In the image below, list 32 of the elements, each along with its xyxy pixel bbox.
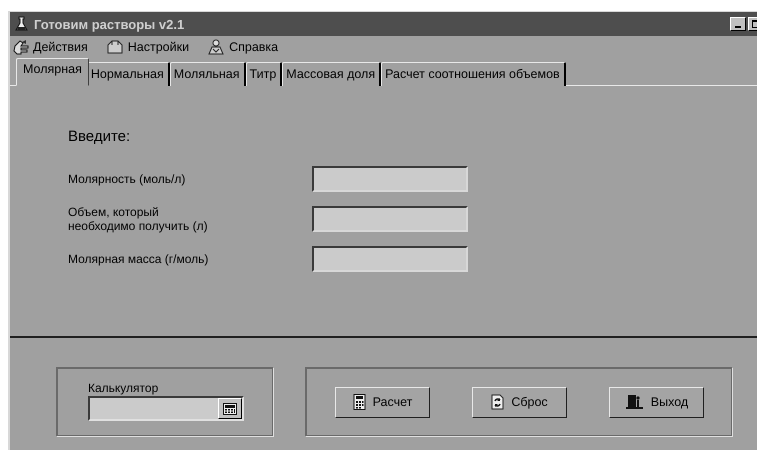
field-label: Молярная масса (г/моль) bbox=[68, 252, 208, 266]
tab[interactable]: Расчет соотношения объемов bbox=[381, 62, 566, 86]
menu-item[interactable]: Настройки bbox=[128, 40, 190, 54]
people-icon bbox=[207, 39, 226, 55]
hand-icon bbox=[13, 39, 29, 55]
input-field[interactable] bbox=[312, 206, 468, 232]
form-heading: Введите: bbox=[68, 128, 130, 145]
menu-item[interactable]: Действия bbox=[33, 40, 88, 54]
calculator-button[interactable] bbox=[218, 398, 242, 419]
minimize-button[interactable] bbox=[730, 17, 746, 31]
input-field[interactable] bbox=[312, 166, 468, 192]
calculator-icon bbox=[352, 394, 366, 410]
exit-door-icon bbox=[624, 394, 644, 410]
window-title: Готовим растворы v2.1 bbox=[34, 16, 186, 32]
reset-button[interactable]: Сброс bbox=[472, 386, 567, 418]
tab[interactable]: Моляльная bbox=[170, 62, 246, 86]
refresh-icon bbox=[491, 394, 504, 410]
exit-button[interactable]: Выход bbox=[609, 386, 704, 418]
field-label: Калькулятор bbox=[88, 381, 158, 395]
flask-icon bbox=[14, 16, 29, 32]
tab[interactable]: Титр bbox=[246, 62, 282, 86]
calculator-icon bbox=[223, 402, 237, 414]
tab[interactable]: Нормальная bbox=[86, 62, 170, 86]
menu-item[interactable]: Справка bbox=[229, 40, 278, 54]
calculator-field[interactable] bbox=[88, 396, 244, 421]
input-field[interactable] bbox=[312, 246, 468, 272]
tab[interactable]: Молярная bbox=[16, 58, 89, 86]
field-label: Объем, который необходимо получить (л) bbox=[68, 205, 208, 233]
bag-icon bbox=[106, 39, 124, 55]
field-label: Молярность (моль/л) bbox=[68, 172, 186, 186]
tab[interactable]: Массовая доля bbox=[282, 62, 382, 86]
calculate-button[interactable]: Расчет bbox=[335, 386, 430, 418]
